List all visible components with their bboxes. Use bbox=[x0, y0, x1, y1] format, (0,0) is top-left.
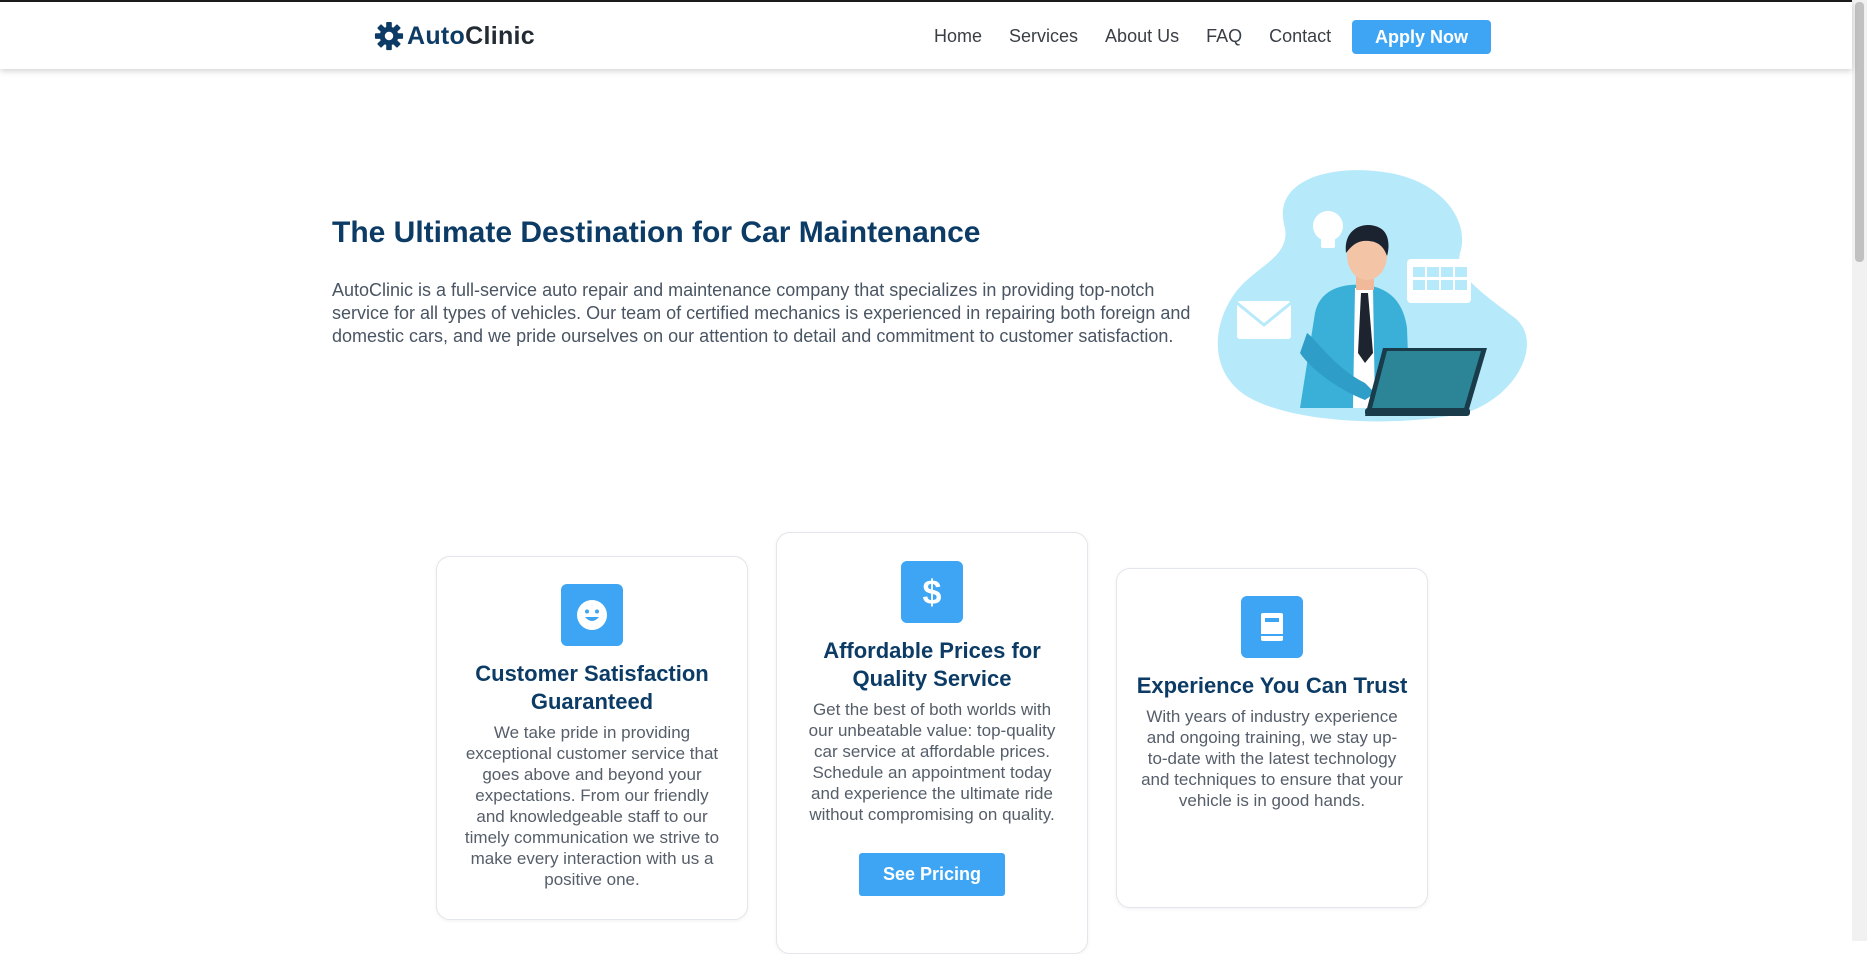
feature-title: Affordable Prices for Quality Service bbox=[823, 638, 1041, 691]
gear-icon bbox=[374, 21, 404, 51]
nav-link-contact[interactable]: Contact bbox=[1269, 26, 1331, 47]
navbar: AutoClinic Home Services About Us FAQ Co… bbox=[0, 2, 1852, 69]
feature-title: Customer Satisfaction Guaranteed bbox=[475, 661, 709, 714]
calendar-icon bbox=[1407, 259, 1471, 303]
feature-card-satisfaction: Customer Satisfaction Guaranteed We take… bbox=[436, 556, 748, 920]
brand-name-part2: Clinic bbox=[465, 21, 535, 50]
brand-name: AutoClinic bbox=[407, 22, 535, 51]
smile-icon bbox=[577, 600, 607, 630]
apply-now-button[interactable]: Apply Now bbox=[1352, 20, 1491, 54]
nav-link-faq[interactable]: FAQ bbox=[1206, 26, 1242, 47]
feature-description: We take pride in providing exceptional c… bbox=[464, 723, 720, 889]
see-pricing-button[interactable]: See Pricing bbox=[859, 853, 1005, 896]
hero-description: AutoClinic is a full-service auto repair… bbox=[332, 280, 1191, 346]
dollar-icon: $ bbox=[923, 574, 942, 610]
nav-link-home[interactable]: Home bbox=[934, 26, 982, 47]
feature-icon-box bbox=[561, 584, 623, 646]
hero-title: The Ultimate Destination for Car Mainten… bbox=[332, 216, 981, 249]
envelope-icon bbox=[1236, 301, 1292, 339]
feature-icon-box bbox=[1241, 596, 1303, 658]
feature-description: With years of industry experience and on… bbox=[1141, 707, 1403, 810]
scrollbar-thumb[interactable] bbox=[1855, 2, 1864, 262]
feature-card-experience: Experience You Can Trust With years of i… bbox=[1116, 568, 1428, 908]
brand-name-part1: Auto bbox=[407, 21, 466, 50]
businessman-laptop-illustration bbox=[1217, 170, 1527, 422]
svg-text:$: $ bbox=[923, 574, 942, 610]
nav-links: Home Services About Us FAQ Contact bbox=[934, 26, 1358, 47]
brand-logo[interactable]: AutoClinic bbox=[374, 20, 535, 52]
feature-title: Experience You Can Trust bbox=[1136, 673, 1408, 698]
page-scrollbar[interactable] bbox=[1852, 0, 1867, 941]
book-icon bbox=[1261, 613, 1283, 641]
nav-link-services[interactable]: Services bbox=[1009, 26, 1078, 47]
feature-icon-box: $ bbox=[901, 561, 963, 623]
feature-card-pricing: $ Affordable Prices for Quality Service … bbox=[776, 532, 1088, 954]
feature-description: Get the best of both worlds with our unb… bbox=[808, 700, 1056, 824]
nav-link-about-us[interactable]: About Us bbox=[1105, 26, 1179, 47]
